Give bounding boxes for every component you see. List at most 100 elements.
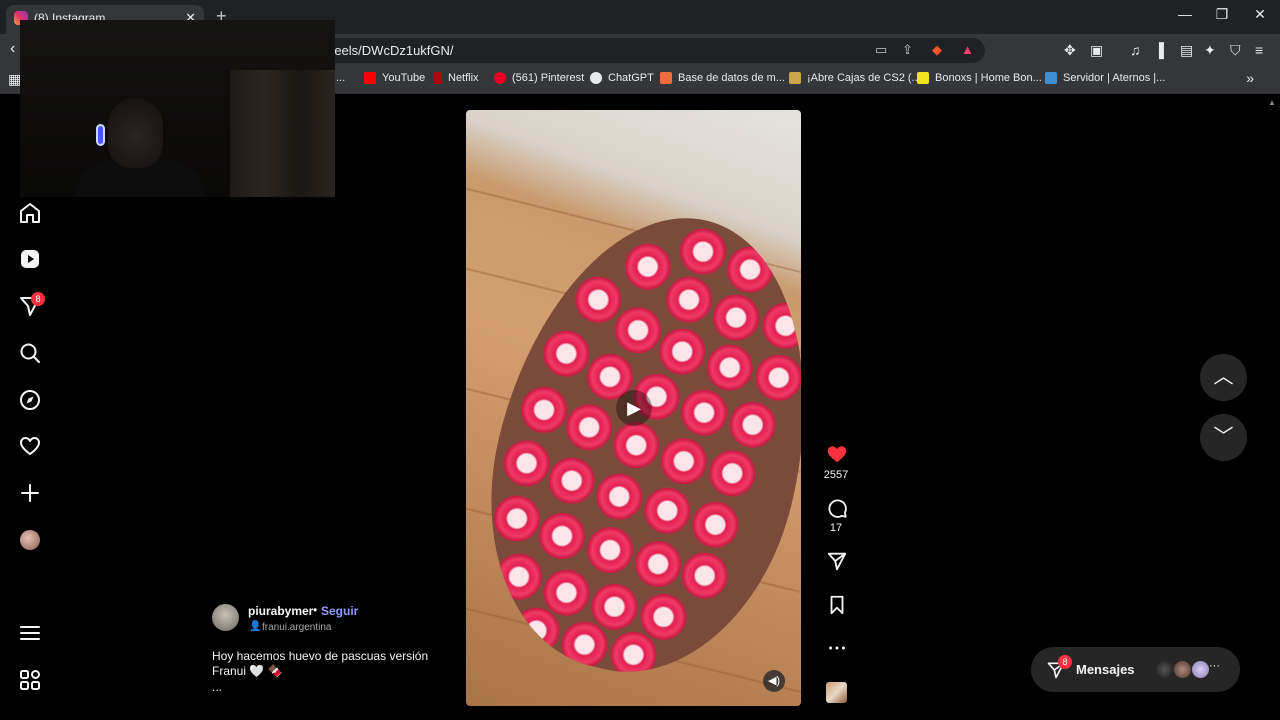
window-close-button[interactable]: ✕ (1245, 6, 1275, 23)
extensions-icon[interactable]: ✥ (1064, 42, 1076, 59)
bookmark-youtube[interactable]: YouTube (364, 72, 425, 84)
author-username[interactable]: piurabymer (248, 604, 313, 618)
webcam-person-head (108, 98, 163, 168)
messages-label: Mensajes (1076, 662, 1135, 677)
raspberry (489, 490, 545, 547)
chevron-down-icon: ﹀ (1213, 426, 1234, 448)
aternos-icon (1045, 72, 1057, 84)
explore-compass-icon[interactable] (18, 388, 42, 412)
author-avatar[interactable] (212, 604, 239, 631)
scrollbar-up-arrow-icon[interactable]: ▲ (1268, 98, 1276, 107)
comment-count: 17 (829, 522, 843, 534)
home-icon[interactable] (18, 201, 42, 225)
restore-button[interactable]: ❐ (1207, 6, 1237, 23)
save-bookmark-icon[interactable] (826, 594, 848, 616)
previous-reel-button[interactable]: ︿ (1200, 354, 1247, 401)
caption-line-2: Franui 🤍 🍫 (212, 664, 283, 678)
webcam-overlay (20, 20, 335, 197)
raspberry (491, 548, 547, 605)
cast-icon[interactable]: ▭ (875, 42, 887, 58)
also-from-meta-icon[interactable] (18, 668, 42, 692)
create-plus-icon[interactable] (18, 481, 42, 505)
collaborator-link[interactable]: franui.argentina (262, 622, 332, 633)
raspberry (750, 349, 801, 406)
address-bar[interactable]: reels/DWcDz1ukfGN/ ▭ ⇪ ◆ ▲ (300, 38, 985, 63)
minimize-button[interactable]: — (1170, 6, 1200, 22)
music-icon[interactable]: ♫ (1130, 42, 1141, 58)
raspberry (701, 339, 758, 396)
back-arrow-icon[interactable]: ‹ (10, 40, 15, 58)
sidebar-toggle-icon[interactable]: ▐ (1154, 42, 1164, 58)
bookmark-netflix[interactable]: Netflix (434, 72, 479, 84)
raspberry (619, 238, 676, 295)
raspberry (534, 508, 590, 564)
play-icon[interactable]: ▶ (616, 390, 652, 426)
like-heart-icon[interactable] (826, 443, 848, 465)
raspberry (654, 323, 711, 380)
share-icon[interactable]: ⇪ (902, 42, 913, 58)
url-text: reels/DWcDz1ukfGN/ (330, 43, 454, 58)
wallet-icon[interactable]: ▤ (1180, 42, 1193, 59)
profile-avatar[interactable] (20, 530, 40, 550)
reel-video[interactable]: ▶ ◀) (466, 110, 801, 706)
brave-rewards-icon[interactable]: ▲ (961, 42, 974, 57)
raspberry (704, 445, 761, 502)
caption-line-1: Hoy hacemos huevo de pascuas versión (212, 649, 429, 663)
menu-icon[interactable]: ≡ (1255, 42, 1263, 58)
caption-more-button[interactable]: ... (212, 680, 222, 694)
raspberry (582, 522, 638, 578)
case-icon (789, 72, 801, 84)
raspberry (561, 399, 618, 456)
more-menu-icon[interactable] (18, 621, 42, 645)
reel-caption: Hoy hacemos huevo de pascuas versión Fra… (212, 649, 452, 679)
share-send-icon[interactable] (826, 550, 848, 572)
message-contact-avatar (1155, 660, 1174, 679)
bookmark-cs2-cases[interactable]: ¡Abre Cajas de CS2 (... (789, 72, 921, 84)
message-contact-avatar (1191, 660, 1210, 679)
message-contact-avatar (1173, 660, 1192, 679)
comment-icon[interactable] (826, 497, 848, 519)
bookmark-pinterest[interactable]: (561) Pinterest (494, 72, 584, 84)
raspberry (516, 381, 572, 438)
database-icon (660, 72, 672, 84)
chevron-up-icon: ︿ (1213, 366, 1234, 388)
media-icon[interactable]: ▣ (1090, 42, 1103, 59)
messages-button[interactable]: 8 Mensajes ··· (1031, 647, 1240, 692)
like-count: 2557 (823, 469, 849, 481)
bookmark-bonoxs[interactable]: Bonoxs | Home Bon... (917, 72, 1042, 84)
raspberry (676, 547, 733, 604)
follow-button[interactable]: Seguir (321, 604, 358, 618)
reels-icon[interactable] (18, 247, 42, 271)
vpn-icon[interactable]: ⛉ (1230, 42, 1241, 59)
raspberry (724, 396, 781, 453)
next-reel-button[interactable]: ﹀ (1200, 414, 1247, 461)
audio-thumbnail[interactable] (826, 682, 847, 703)
raspberry (591, 468, 648, 525)
raspberry (543, 452, 600, 509)
bookmark-chatgpt[interactable]: ChatGPT (590, 72, 654, 84)
bookmark-aternos[interactable]: Servidor | Aternos |... (1045, 72, 1165, 84)
raspberry (538, 325, 595, 382)
pinterest-icon (494, 72, 506, 84)
person-icon: 👤 (249, 621, 262, 632)
raspberry (655, 433, 712, 490)
raspberry (675, 223, 731, 280)
headset-light (96, 124, 105, 146)
chocolate-egg (466, 184, 801, 704)
bookmark-truncated[interactable]: ... (336, 72, 345, 84)
bookmark-base-de-datos[interactable]: Base de datos de m... (660, 72, 785, 84)
more-options-icon[interactable] (826, 637, 848, 659)
webcam-curtain (230, 70, 335, 197)
raspberry (630, 536, 687, 592)
raspberry (498, 435, 555, 492)
chatgpt-icon (590, 72, 602, 84)
volume-icon[interactable]: ◀) (763, 670, 785, 692)
leo-ai-icon[interactable]: ✦ (1204, 42, 1216, 59)
notifications-heart-icon[interactable] (18, 434, 42, 458)
raspberry (708, 289, 764, 346)
search-icon[interactable] (18, 341, 42, 365)
brave-shield-icon[interactable]: ◆ (932, 42, 942, 58)
bookmarks-overflow-icon[interactable]: » (1246, 70, 1254, 86)
messages-badge: 8 (1058, 655, 1072, 669)
netflix-icon (434, 72, 442, 84)
